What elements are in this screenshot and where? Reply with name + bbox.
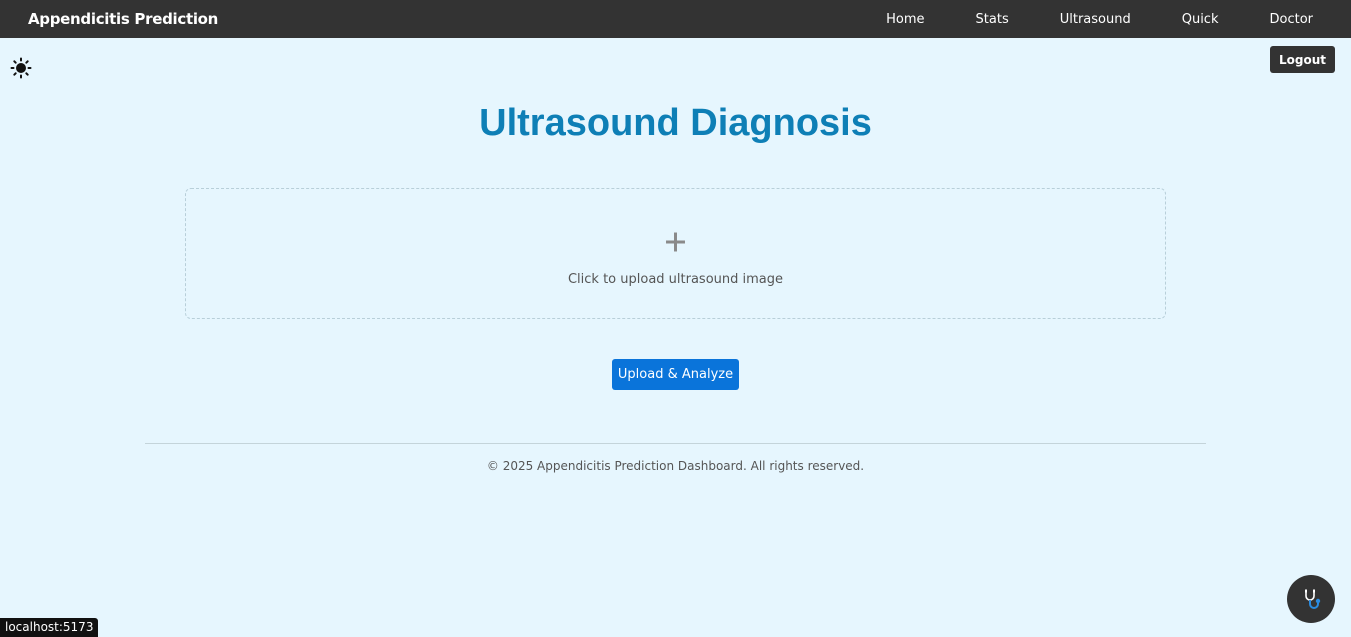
stethoscope-icon [1305,589,1321,609]
top-navbar: Appendicitis Prediction Home Stats Ultra… [0,0,1351,38]
doctor-assistant-button[interactable] [1287,575,1335,623]
upload-prompt: Click to upload ultrasound image [567,272,784,287]
upload-dropzone[interactable]: Click to upload ultrasound image [185,188,1166,319]
theme-toggle[interactable] [10,57,32,79]
brand-title[interactable]: Appendicitis Prediction [28,10,218,28]
nav-link-home[interactable]: Home [886,12,924,27]
nav-link-quick[interactable]: Quick [1182,12,1219,27]
footer-divider [145,443,1206,444]
sun-icon [10,57,32,79]
footer-copyright: © 2025 Appendicitis Prediction Dashboard… [486,459,865,473]
nav-link-stats[interactable]: Stats [976,12,1009,27]
logout-button[interactable]: Logout [1270,46,1335,73]
nav-links: Home Stats Ultrasound Quick Doctor [886,0,1351,38]
nav-link-doctor[interactable]: Doctor [1269,12,1313,27]
page-title: Ultrasound Diagnosis [479,102,872,144]
plus-icon [186,227,1165,257]
status-bar-url: localhost:5173 [0,618,99,637]
nav-link-ultrasound[interactable]: Ultrasound [1060,12,1131,27]
upload-analyze-button[interactable]: Upload & Analyze [612,359,739,390]
